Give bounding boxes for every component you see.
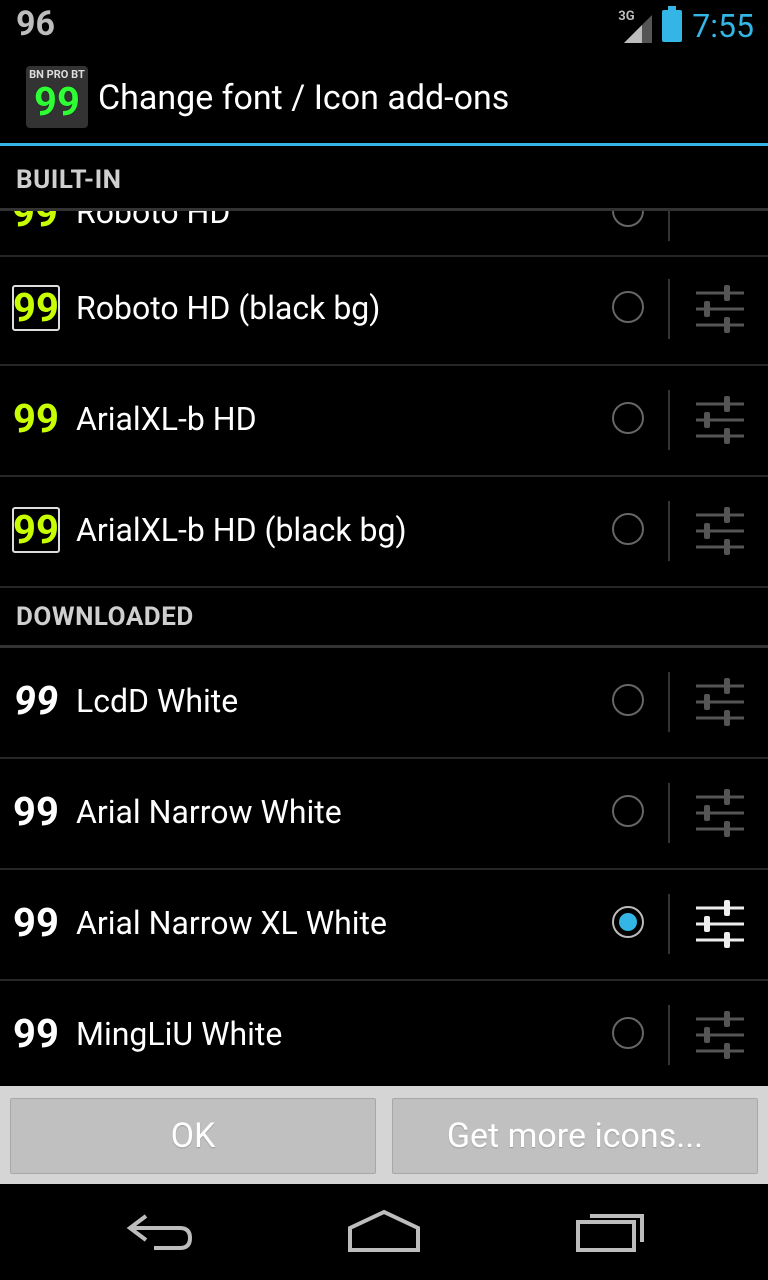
font-name: MingLiU White [76, 1015, 283, 1053]
radio-button[interactable] [612, 291, 644, 323]
font-name: ArialXL-b HD (black bg) [76, 511, 407, 549]
list-item[interactable]: 99 LcdD White [0, 648, 768, 759]
settings-sliders-icon[interactable] [694, 787, 746, 839]
font-preview-icon: 99 [12, 506, 60, 553]
signal-icon: 3G [618, 9, 653, 43]
battery-icon [662, 6, 683, 42]
action-bar: BN PRO BT 99 Change font / Icon add-ons [0, 50, 768, 144]
clock: 7:55 [692, 7, 754, 45]
list-item-selected[interactable]: 99 Arial Narrow XL White [0, 870, 768, 981]
back-icon[interactable] [124, 1206, 196, 1254]
radio-button[interactable] [612, 402, 644, 434]
settings-sliders-icon[interactable] [694, 394, 746, 446]
settings-sliders-icon[interactable] [694, 898, 746, 950]
app-icon[interactable]: BN PRO BT 99 [26, 66, 88, 128]
radio-button[interactable] [612, 684, 644, 716]
home-icon[interactable] [346, 1206, 422, 1254]
section-header-built-in: BUILT-IN [0, 147, 768, 211]
font-preview-icon: 99 [13, 1010, 59, 1057]
font-preview-icon: 99 [13, 899, 59, 946]
radio-button-selected[interactable] [612, 906, 644, 938]
list-item[interactable]: 99 ArialXL-b HD [0, 366, 768, 477]
ok-button[interactable]: OK [10, 1098, 376, 1174]
font-name: Roboto HD (black bg) [76, 289, 381, 327]
status-bar: 96 3G 7:55 [0, 0, 768, 50]
font-preview-icon: 99 [12, 284, 60, 331]
settings-sliders-icon[interactable] [694, 505, 746, 557]
action-bar-divider [0, 143, 768, 146]
font-name: LcdD White [76, 682, 239, 720]
font-preview-icon: 99 [13, 677, 59, 724]
list-item-partial[interactable]: 99 Roboto HD [0, 211, 768, 257]
font-preview-icon: 99 [13, 395, 59, 442]
font-name: ArialXL-b HD [76, 400, 257, 438]
radio-button[interactable] [612, 1017, 644, 1049]
list-item[interactable]: 99 MingLiU White [0, 981, 768, 1090]
font-preview-icon: 99 [13, 788, 59, 835]
list-item[interactable]: 99 Arial Narrow White [0, 759, 768, 870]
recent-apps-icon[interactable] [572, 1206, 648, 1254]
settings-sliders-icon[interactable] [694, 676, 746, 728]
navigation-bar [0, 1184, 768, 1280]
page-title: Change font / Icon add-ons [98, 78, 510, 118]
radio-button[interactable] [612, 211, 644, 227]
radio-button[interactable] [612, 795, 644, 827]
list-item[interactable]: 99 ArialXL-b HD (black bg) [0, 477, 768, 588]
font-name: Arial Narrow White [76, 793, 342, 831]
font-name: Arial Narrow XL White [76, 904, 387, 942]
button-bar: OK Get more icons... [0, 1086, 768, 1184]
settings-sliders-icon[interactable] [694, 283, 746, 335]
get-more-icons-button[interactable]: Get more icons... [392, 1098, 758, 1174]
list-item[interactable]: 99 Roboto HD (black bg) [0, 255, 768, 366]
settings-sliders-icon[interactable] [694, 1009, 746, 1061]
section-header-downloaded: DOWNLOADED [0, 584, 768, 648]
notification-number: 96 [16, 4, 56, 44]
radio-button[interactable] [612, 513, 644, 545]
